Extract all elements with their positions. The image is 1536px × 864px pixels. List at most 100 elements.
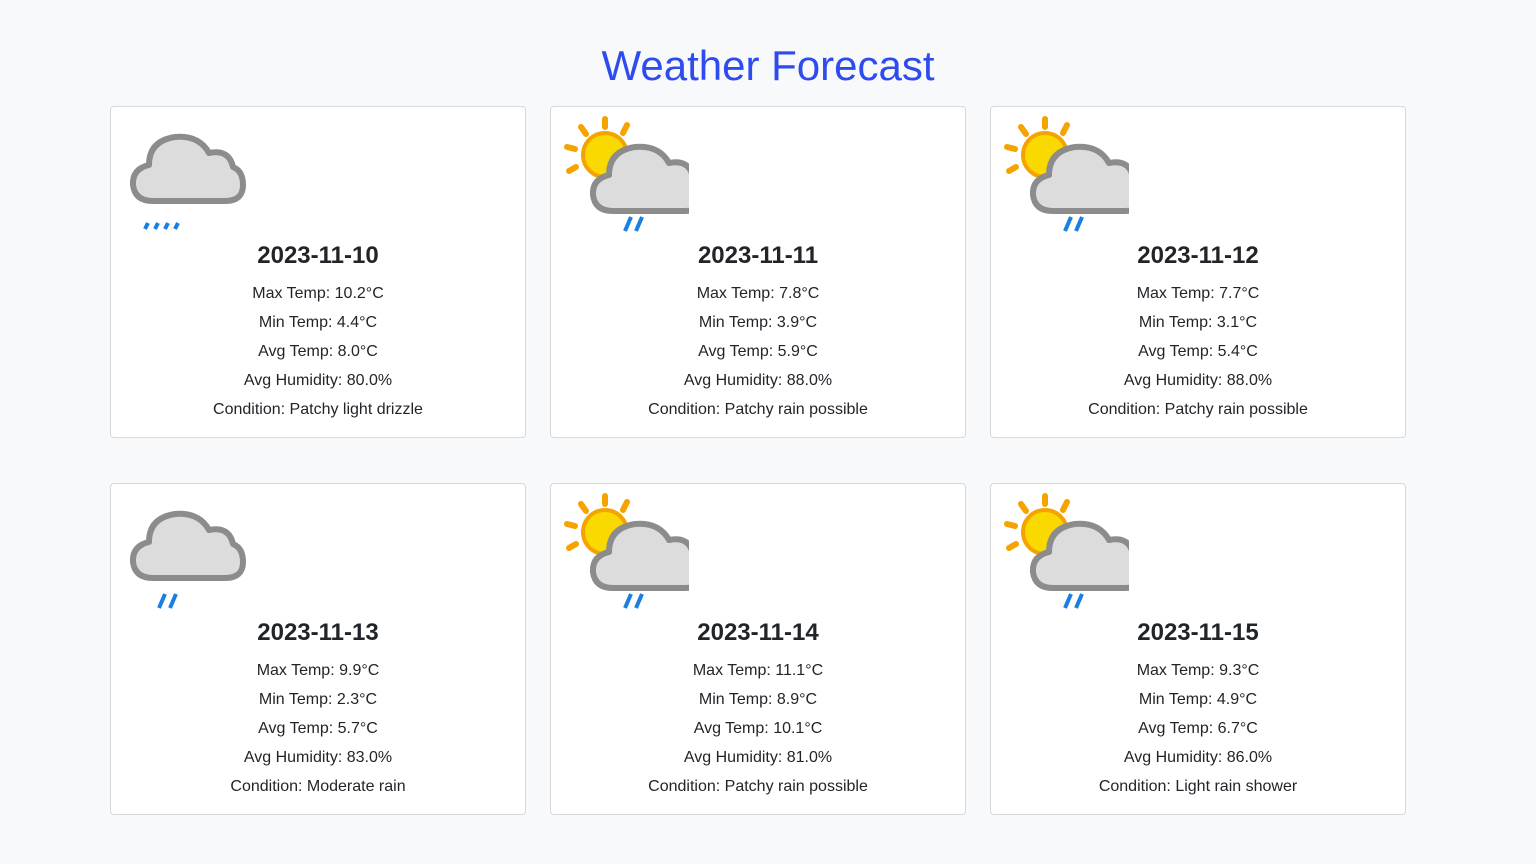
sun-cloud-rain-icon — [1001, 488, 1146, 616]
avg-temp-label: Avg Temp: — [1138, 720, 1214, 737]
forecast-card-2023-11-13: 2023-11-13 Max Temp: 9.9°C Min Temp: 2.3… — [110, 483, 526, 815]
min-temp: Min Temp: 3.9°C — [551, 312, 965, 341]
max-temp-label: Max Temp: — [692, 662, 771, 679]
max-temp-label: Max Temp: — [256, 662, 335, 679]
forecast-card-2023-11-12: 2023-11-12 Max Temp: 7.7°C Min Temp: 3.1… — [990, 106, 1406, 438]
min-temp-value: 2.3°C — [336, 691, 378, 708]
max-temp-value: 11.1°C — [775, 662, 824, 679]
max-temp-value: 7.8°C — [779, 285, 820, 302]
forecast-stats: Max Temp: 11.1°C Min Temp: 8.9°C Avg Tem… — [551, 660, 965, 805]
avg-temp-label: Avg Temp: — [693, 720, 769, 737]
avg-temp-value: 6.7°C — [1217, 720, 1258, 737]
max-temp-label: Max Temp: — [252, 285, 331, 302]
avg-humidity-value: 88.0% — [1226, 372, 1273, 389]
min-temp: Min Temp: 4.4°C — [111, 312, 525, 341]
avg-humidity: Avg Humidity: 80.0% — [111, 370, 525, 399]
min-temp-label: Min Temp: — [698, 691, 773, 708]
avg-humidity: Avg Humidity: 88.0% — [991, 370, 1405, 399]
condition: Condition: Moderate rain — [111, 776, 525, 805]
min-temp: Min Temp: 8.9°C — [551, 689, 965, 718]
condition-label: Condition: — [648, 401, 721, 418]
avg-humidity: Avg Humidity: 86.0% — [991, 747, 1405, 776]
condition-value: Patchy rain possible — [1164, 401, 1308, 418]
forecast-card-2023-11-11: 2023-11-11 Max Temp: 7.8°C Min Temp: 3.9… — [550, 106, 966, 438]
forecast-card-2023-11-10: 2023-11-10 Max Temp: 10.2°C Min Temp: 4.… — [110, 106, 526, 438]
avg-temp-value: 10.1°C — [773, 720, 823, 737]
avg-temp: Avg Temp: 6.7°C — [991, 718, 1405, 747]
condition: Condition: Light rain shower — [991, 776, 1405, 805]
max-temp-value: 10.2°C — [334, 285, 384, 302]
avg-temp: Avg Temp: 8.0°C — [111, 341, 525, 370]
min-temp-value: 3.9°C — [776, 314, 818, 331]
max-temp-label: Max Temp: — [696, 285, 775, 302]
min-temp: Min Temp: 2.3°C — [111, 689, 525, 718]
condition-value: Patchy rain possible — [724, 401, 868, 418]
max-temp-label: Max Temp: — [1136, 285, 1215, 302]
max-temp: Max Temp: 9.9°C — [111, 660, 525, 689]
condition: Condition: Patchy rain possible — [551, 399, 965, 428]
avg-temp-label: Avg Temp: — [1138, 343, 1214, 360]
max-temp-value: 9.9°C — [339, 662, 380, 679]
forecast-card-2023-11-14: 2023-11-14 Max Temp: 11.1°C Min Temp: 8.… — [550, 483, 966, 815]
min-temp-label: Min Temp: — [258, 691, 333, 708]
max-temp: Max Temp: 10.2°C — [111, 283, 525, 312]
max-temp: Max Temp: 9.3°C — [991, 660, 1405, 689]
condition-label: Condition: — [1088, 401, 1161, 418]
min-temp-value: 8.9°C — [776, 691, 818, 708]
avg-humidity-label: Avg Humidity: — [243, 372, 343, 389]
condition-label: Condition: — [230, 778, 303, 795]
avg-temp-label: Avg Temp: — [258, 343, 334, 360]
min-temp-label: Min Temp: — [258, 314, 333, 331]
avg-temp-value: 5.7°C — [337, 720, 378, 737]
forecast-grid: 2023-11-10 Max Temp: 10.2°C Min Temp: 4.… — [110, 106, 1406, 815]
avg-humidity-label: Avg Humidity: — [1123, 372, 1223, 389]
max-temp-value: 9.3°C — [1219, 662, 1260, 679]
avg-temp-value: 5.4°C — [1217, 343, 1258, 360]
condition-value: Patchy rain possible — [724, 778, 868, 795]
avg-temp-label: Avg Temp: — [258, 720, 334, 737]
condition-value: Moderate rain — [306, 778, 406, 795]
avg-temp-label: Avg Temp: — [698, 343, 774, 360]
avg-humidity-value: 88.0% — [786, 372, 833, 389]
avg-temp-value: 5.9°C — [777, 343, 818, 360]
condition: Condition: Patchy rain possible — [551, 776, 965, 805]
min-temp-label: Min Temp: — [1138, 691, 1213, 708]
avg-humidity: Avg Humidity: 81.0% — [551, 747, 965, 776]
condition-label: Condition: — [648, 778, 721, 795]
max-temp-value: 7.7°C — [1219, 285, 1260, 302]
avg-temp: Avg Temp: 10.1°C — [551, 718, 965, 747]
forecast-date: 2023-11-15 — [1137, 619, 1259, 646]
condition-label: Condition: — [213, 401, 286, 418]
avg-humidity: Avg Humidity: 88.0% — [551, 370, 965, 399]
max-temp: Max Temp: 7.7°C — [991, 283, 1405, 312]
sun-cloud-rain-icon — [561, 111, 706, 239]
page-title: Weather Forecast — [601, 42, 935, 89]
min-temp-value: 4.9°C — [1216, 691, 1258, 708]
cloud-drizzle-icon — [121, 111, 249, 239]
forecast-date: 2023-11-12 — [1137, 242, 1259, 269]
avg-humidity-value: 86.0% — [1226, 749, 1273, 766]
cloud-rain-icon — [121, 488, 249, 616]
avg-temp: Avg Temp: 5.9°C — [551, 341, 965, 370]
min-temp: Min Temp: 4.9°C — [991, 689, 1405, 718]
condition-value: Patchy light drizzle — [289, 401, 423, 418]
forecast-stats: Max Temp: 7.7°C Min Temp: 3.1°C Avg Temp… — [991, 283, 1405, 428]
avg-humidity-value: 81.0% — [786, 749, 833, 766]
condition: Condition: Patchy rain possible — [991, 399, 1405, 428]
avg-humidity-label: Avg Humidity: — [243, 749, 343, 766]
forecast-stats: Max Temp: 9.9°C Min Temp: 2.3°C Avg Temp… — [111, 660, 525, 805]
forecast-card-2023-11-15: 2023-11-15 Max Temp: 9.3°C Min Temp: 4.9… — [990, 483, 1406, 815]
min-temp-value: 3.1°C — [1216, 314, 1258, 331]
avg-humidity: Avg Humidity: 83.0% — [111, 747, 525, 776]
avg-temp: Avg Temp: 5.7°C — [111, 718, 525, 747]
avg-humidity-label: Avg Humidity: — [683, 372, 783, 389]
min-temp-label: Min Temp: — [698, 314, 773, 331]
sun-cloud-rain-icon — [561, 488, 706, 616]
avg-humidity-label: Avg Humidity: — [683, 749, 783, 766]
avg-temp-value: 8.0°C — [337, 343, 378, 360]
max-temp-label: Max Temp: — [1136, 662, 1215, 679]
condition-label: Condition: — [1098, 778, 1171, 795]
forecast-date: 2023-11-10 — [257, 242, 379, 269]
max-temp: Max Temp: 7.8°C — [551, 283, 965, 312]
avg-humidity-value: 83.0% — [346, 749, 393, 766]
